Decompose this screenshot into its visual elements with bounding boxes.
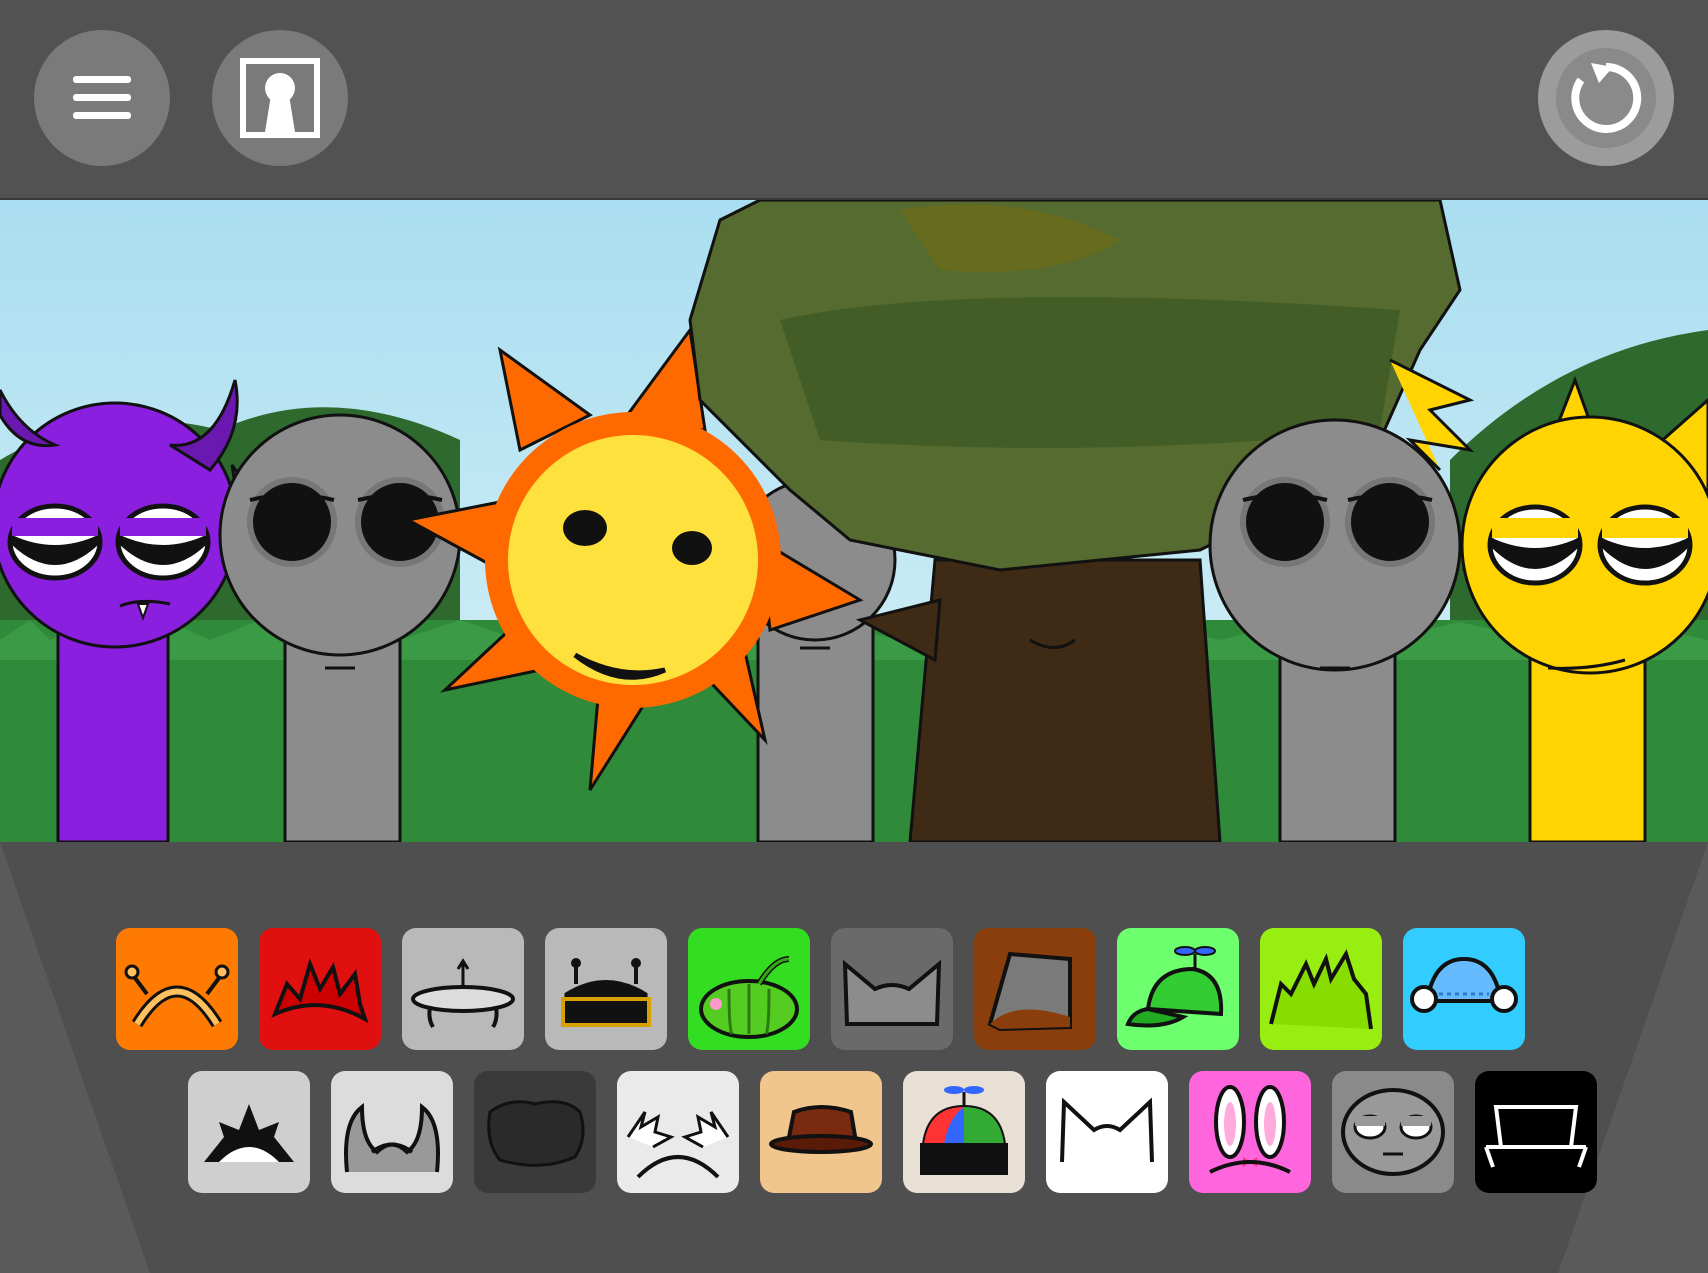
palette-tile[interactable] bbox=[1475, 1071, 1597, 1193]
bucket-hat-icon bbox=[987, 951, 1072, 1032]
reset-arrow-icon bbox=[1556, 48, 1656, 148]
bunny-ears-icon bbox=[1209, 1085, 1291, 1174]
keyhole-icon bbox=[240, 58, 320, 138]
palette-tile[interactable] bbox=[1117, 928, 1239, 1050]
propeller-cap-green-icon bbox=[1125, 946, 1224, 1028]
reset-button[interactable] bbox=[1538, 30, 1674, 166]
propeller-beanie-icon bbox=[920, 1086, 1008, 1175]
white-cat-ears-icon bbox=[1060, 1097, 1154, 1163]
ufo-icon bbox=[411, 958, 515, 1029]
unlock-button[interactable] bbox=[212, 30, 348, 166]
palette-tile[interactable] bbox=[1332, 1071, 1454, 1193]
lightning-antennae-icon bbox=[626, 1111, 730, 1179]
palette-panel-bg bbox=[0, 842, 1708, 1273]
palette-tile[interactable] bbox=[760, 1071, 882, 1193]
palette-tile[interactable] bbox=[1260, 928, 1382, 1050]
antenna-headband-icon bbox=[124, 964, 230, 1028]
palette-tile[interactable] bbox=[1046, 1071, 1168, 1193]
costume-palette-row-2 bbox=[0, 1071, 1708, 1193]
costume-palette-row-1 bbox=[0, 928, 1708, 1050]
dark-bush-icon bbox=[487, 1100, 585, 1167]
menu-button[interactable] bbox=[34, 30, 170, 166]
palette-tile[interactable] bbox=[259, 928, 381, 1050]
top-toolbar bbox=[0, 0, 1708, 198]
crown-spikes-icon bbox=[204, 1104, 294, 1162]
brown-fedora-icon bbox=[769, 1105, 873, 1154]
palette-tile[interactable] bbox=[1403, 928, 1525, 1050]
devil-horns-icon bbox=[344, 1102, 440, 1173]
palette-tile[interactable] bbox=[545, 928, 667, 1050]
sleepy-face-icon bbox=[1341, 1088, 1445, 1176]
hamburger-menu-icon bbox=[73, 76, 131, 119]
palette-tile[interactable] bbox=[831, 928, 953, 1050]
palette-tile[interactable] bbox=[331, 1071, 453, 1193]
palette-tile[interactable] bbox=[974, 928, 1096, 1050]
palette-tile[interactable] bbox=[688, 928, 810, 1050]
bench-icon bbox=[1484, 1105, 1588, 1168]
blue-headphones-icon bbox=[1410, 956, 1518, 1013]
green-spiky-hair-icon bbox=[1269, 949, 1373, 1030]
character-stage bbox=[0, 198, 1708, 844]
scene-svg bbox=[0, 200, 1708, 842]
robot-visor-icon bbox=[561, 958, 651, 1027]
palette-tile[interactable] bbox=[116, 928, 238, 1050]
cat-ears-gray-icon bbox=[842, 959, 942, 1026]
palette-tile[interactable] bbox=[402, 928, 524, 1050]
palette-tile[interactable] bbox=[1189, 1071, 1311, 1193]
red-spiky-hair-icon bbox=[271, 957, 369, 1024]
palette-tile[interactable] bbox=[903, 1071, 1025, 1193]
pumpkin-icon bbox=[699, 956, 799, 1039]
palette-tile[interactable] bbox=[474, 1071, 596, 1193]
palette-tile[interactable] bbox=[617, 1071, 739, 1193]
palette-tile[interactable] bbox=[188, 1071, 310, 1193]
